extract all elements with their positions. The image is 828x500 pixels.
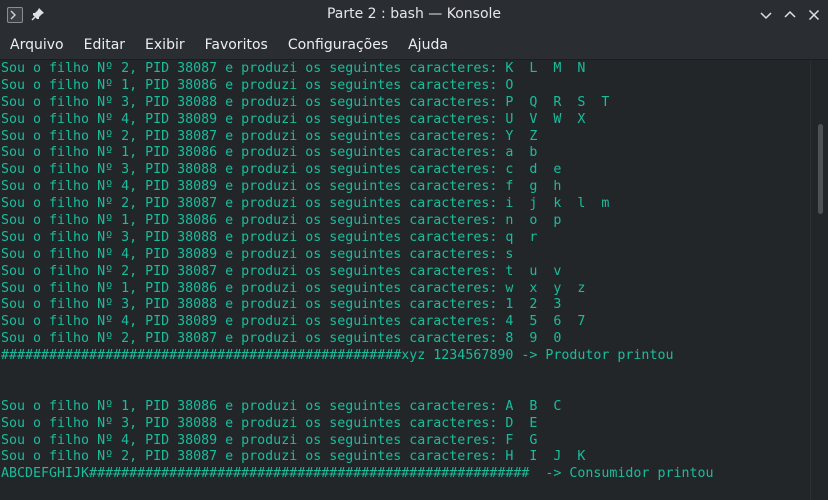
terminal-line: Sou o filho Nº 3, PID 38088 e produzi os…: [1, 162, 562, 178]
chevron-up-icon[interactable]: [782, 7, 798, 23]
terminal-line: Sou o filho Nº 3, PID 38088 e produzi os…: [1, 415, 538, 431]
terminal-output[interactable]: Sou o filho Nº 2, PID 38087 e produzi os…: [0, 61, 810, 500]
terminal-line: Sou o filho Nº 1, PID 38086 e produzi os…: [1, 398, 562, 414]
terminal-line: Sou o filho Nº 1, PID 38086 e produzi os…: [1, 213, 562, 229]
menu-bar: Arquivo Editar Exibir Favoritos Configur…: [0, 30, 828, 60]
menu-ajuda[interactable]: Ajuda: [398, 30, 458, 60]
terminal-line: Sou o filho Nº 2, PID 38087 e produzi os…: [1, 61, 586, 76]
terminal-line: ABCDEFGHIJK#############################…: [1, 466, 714, 482]
terminal-line: Sou o filho Nº 3, PID 38088 e produzi os…: [1, 229, 538, 245]
terminal-line: Sou o filho Nº 3, PID 38088 e produzi os…: [1, 94, 610, 110]
terminal-line: Sou o filho Nº 2, PID 38087 e produzi os…: [1, 196, 610, 212]
terminal-line: Sou o filho Nº 4, PID 38089 e produzi os…: [1, 111, 586, 127]
menu-favoritos[interactable]: Favoritos: [195, 30, 278, 60]
terminal-line: Sou o filho Nº 2, PID 38087 e produzi os…: [1, 449, 586, 465]
terminal-line: Sou o filho Nº 1, PID 38086 e produzi os…: [1, 145, 538, 161]
close-icon[interactable]: [806, 7, 822, 23]
chevron-down-icon[interactable]: [758, 7, 774, 23]
terminal-line: Sou o filho Nº 2, PID 38087 e produzi os…: [1, 263, 562, 279]
terminal-line: Sou o filho Nº 4, PID 38089 e produzi os…: [1, 179, 562, 195]
menu-editar[interactable]: Editar: [74, 30, 135, 60]
scrollbar[interactable]: [810, 61, 828, 500]
terminal-line: Sou o filho Nº 4, PID 38089 e produzi os…: [1, 314, 586, 330]
window-title: Parte 2 : bash — Konsole: [326, 6, 502, 22]
terminal-line: ########################################…: [1, 348, 674, 364]
terminal-line: Sou o filho Nº 2, PID 38087 e produzi os…: [1, 331, 562, 347]
menu-arquivo[interactable]: Arquivo: [0, 30, 74, 60]
scrollbar-thumb[interactable]: [818, 124, 823, 214]
terminal-line: Sou o filho Nº 1, PID 38086 e produzi os…: [1, 77, 514, 93]
terminal-line: Sou o filho Nº 3, PID 38088 e produzi os…: [1, 297, 562, 313]
menu-configuracoes[interactable]: Configurações: [278, 30, 398, 60]
terminal-line: Sou o filho Nº 4, PID 38089 e produzi os…: [1, 246, 514, 262]
terminal-line: Sou o filho Nº 1, PID 38086 e produzi os…: [1, 280, 586, 296]
terminal-line: Sou o filho Nº 4, PID 38089 e produzi os…: [1, 432, 538, 448]
menu-exibir[interactable]: Exibir: [135, 30, 195, 60]
title-bar: Parte 2 : bash — Konsole: [0, 0, 828, 30]
terminal-line: Sou o filho Nº 2, PID 38087 e produzi os…: [1, 128, 538, 144]
